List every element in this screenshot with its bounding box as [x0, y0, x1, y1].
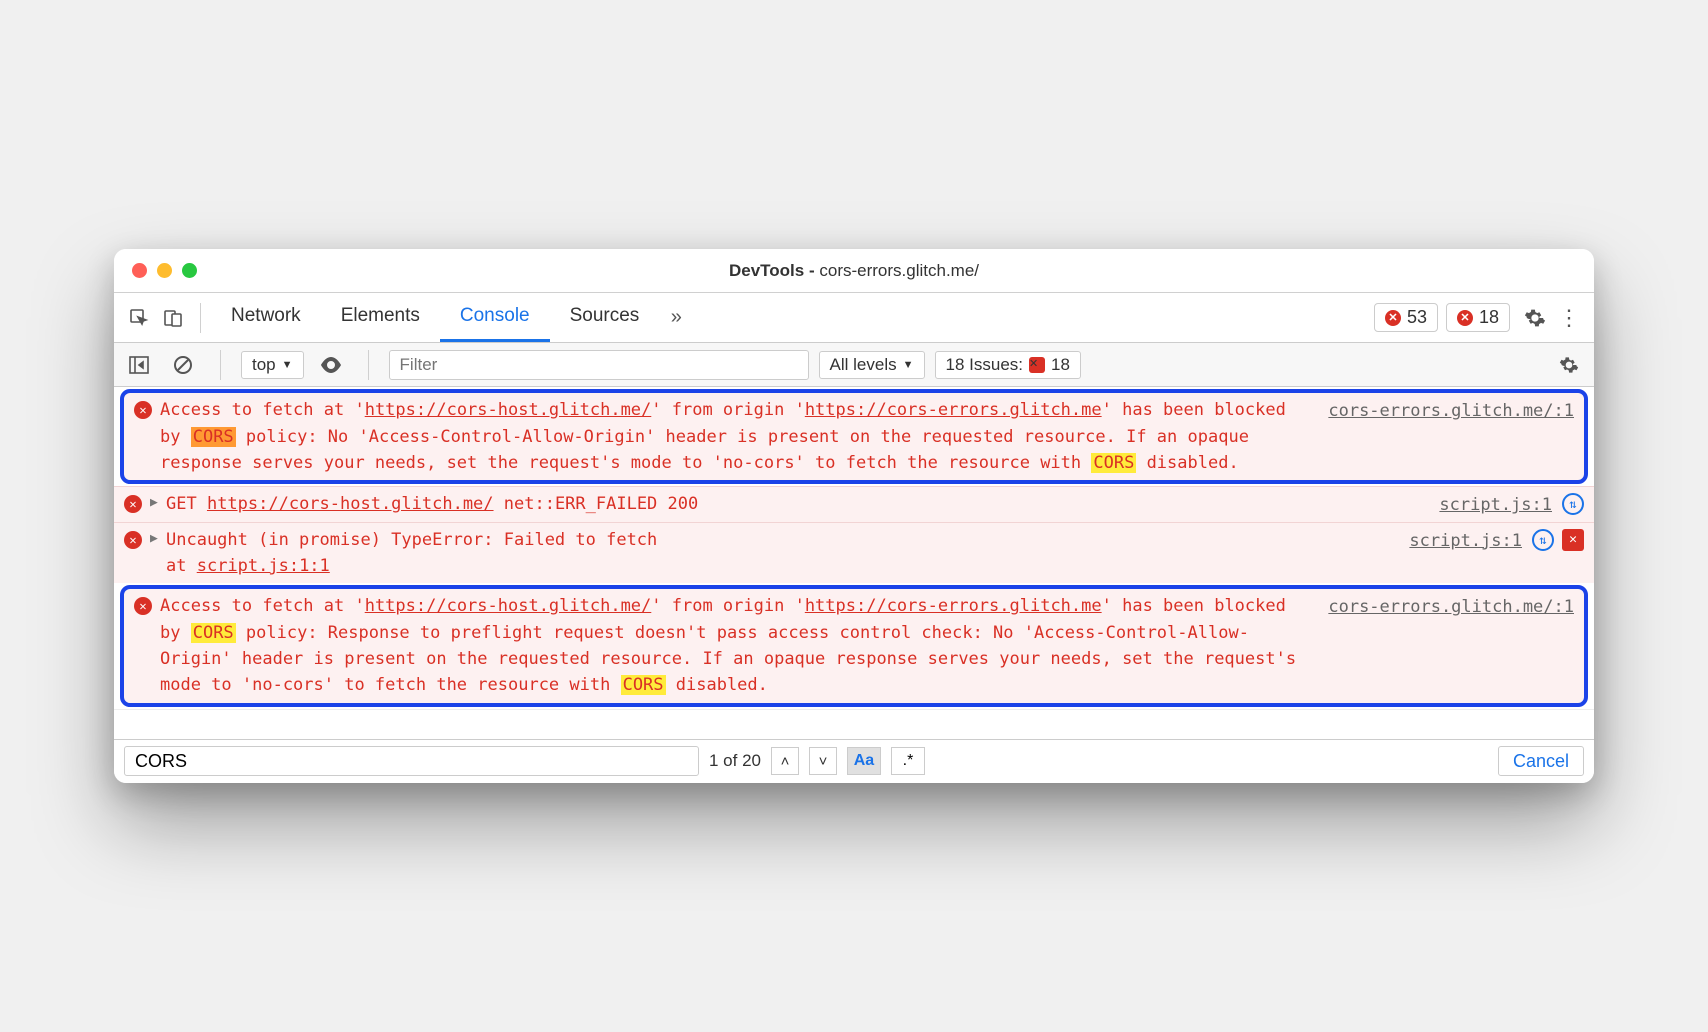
find-next-button[interactable]: ˅ [809, 747, 837, 775]
match-case-toggle[interactable]: Aa [847, 747, 881, 775]
text: ' from origin ' [651, 596, 805, 616]
tab-sources[interactable]: Sources [550, 293, 660, 342]
window-title: DevTools - cors-errors.glitch.me/ [114, 261, 1594, 281]
text: ' from origin ' [651, 400, 805, 420]
text: GET [166, 494, 207, 514]
text: at [166, 556, 197, 576]
title-url: cors-errors.glitch.me/ [819, 261, 979, 280]
message-body: GET https://cors-host.glitch.me/ net::ER… [166, 491, 1419, 517]
levels-label: All levels [830, 355, 897, 375]
divider [368, 350, 369, 380]
issues-button[interactable]: 18 Issues: ✕ 18 [935, 351, 1081, 379]
message-actions: ⇅✕ [1532, 527, 1584, 551]
message-body: Access to fetch at 'https://cors-host.gl… [160, 593, 1308, 698]
console-messages: ✕Access to fetch at 'https://cors-host.g… [114, 389, 1594, 706]
context-selector[interactable]: top ▼ [241, 351, 304, 379]
log-levels-selector[interactable]: All levels ▼ [819, 351, 925, 379]
link[interactable]: https://cors-host.glitch.me/ [365, 596, 652, 616]
divider [200, 303, 201, 333]
link[interactable]: https://cors-errors.glitch.me [805, 400, 1102, 420]
chevron-down-icon: ▼ [903, 359, 914, 371]
highlight: CORS [191, 427, 236, 447]
message-body: Access to fetch at 'https://cors-host.gl… [160, 397, 1308, 476]
issue-count-badge[interactable]: ✕ 18 [1446, 303, 1510, 332]
text: Uncaught (in promise) TypeError: Failed … [166, 530, 657, 550]
error-level-icon: ✕ [124, 495, 142, 513]
issue-icon[interactable]: ✕ [1562, 529, 1584, 551]
more-tabs-icon[interactable]: » [659, 301, 693, 335]
issue-icon: ✕ [1029, 357, 1045, 373]
inspect-element-icon[interactable] [122, 301, 156, 335]
regex-toggle[interactable]: .* [891, 747, 925, 775]
find-cancel-button[interactable]: Cancel [1498, 746, 1584, 776]
issues-label: 18 Issues: [946, 355, 1024, 375]
message-actions: ⇅ [1562, 491, 1584, 515]
console-message[interactable]: ✕ ▶GET https://cors-host.glitch.me/ net::… [114, 486, 1594, 521]
issue-count: 18 [1479, 307, 1499, 328]
settings-icon[interactable] [1518, 301, 1552, 335]
highlight: CORS [191, 623, 236, 643]
link[interactable]: https://cors-errors.glitch.me [805, 596, 1102, 616]
find-bar: 1 of 20 ˄ ˅ Aa .* Cancel [114, 739, 1594, 783]
find-prev-button[interactable]: ˄ [771, 747, 799, 775]
error-level-icon: ✕ [134, 401, 152, 419]
context-label: top [252, 355, 276, 375]
find-count: 1 of 20 [709, 751, 761, 771]
toggle-sidebar-icon[interactable] [122, 348, 156, 382]
filter-input[interactable] [389, 350, 809, 380]
title-bar: DevTools - cors-errors.glitch.me/ [114, 249, 1594, 293]
network-icon[interactable]: ⇅ [1532, 529, 1554, 551]
console-settings-icon[interactable] [1552, 348, 1586, 382]
console-message[interactable]: ✕ ▶Uncaught (in promise) TypeError: Faile… [114, 522, 1594, 584]
text: disabled. [1136, 453, 1238, 473]
link[interactable]: https://cors-host.glitch.me/ [365, 400, 652, 420]
title-prefix: DevTools - [729, 261, 819, 280]
highlight: CORS [621, 675, 666, 695]
error-level-icon: ✕ [134, 597, 152, 615]
error-icon: ✕ [1385, 310, 1401, 326]
network-icon[interactable]: ⇅ [1562, 493, 1584, 515]
divider [220, 350, 221, 380]
highlight: CORS [1091, 453, 1136, 473]
text: Access to fetch at ' [160, 400, 365, 420]
expand-icon[interactable]: ▶ [150, 531, 164, 546]
panel-tabs: NetworkElementsConsoleSources [211, 293, 659, 342]
chevron-down-icon: ▼ [282, 359, 293, 371]
message-source-link[interactable]: script.js:1 [1409, 527, 1522, 551]
find-input[interactable] [124, 746, 699, 776]
error-count: 53 [1407, 307, 1427, 328]
live-expression-icon[interactable] [314, 348, 348, 382]
text: disabled. [666, 675, 768, 695]
issue-icon: ✕ [1457, 310, 1473, 326]
tab-elements[interactable]: Elements [321, 293, 440, 342]
console-toolbar: top ▼ All levels ▼ 18 Issues: ✕ 18 [114, 343, 1594, 387]
error-count-badge[interactable]: ✕ 53 [1374, 303, 1438, 332]
link[interactable]: script.js:1:1 [197, 556, 330, 576]
more-menu-icon[interactable]: ⋮ [1552, 301, 1586, 335]
console-input-area[interactable] [114, 709, 1594, 739]
message-body: Uncaught (in promise) TypeError: Failed … [166, 527, 1389, 580]
expand-icon[interactable]: ▶ [150, 495, 164, 510]
devtools-window: DevTools - cors-errors.glitch.me/ Networ… [114, 249, 1594, 782]
tab-console[interactable]: Console [440, 293, 550, 342]
tab-network[interactable]: Network [211, 293, 321, 342]
message-source-link[interactable]: cors-errors.glitch.me/:1 [1328, 397, 1574, 421]
device-toolbar-icon[interactable] [156, 301, 190, 335]
main-toolbar: NetworkElementsConsoleSources » ✕ 53 ✕ 1… [114, 293, 1594, 343]
text: policy: No 'Access-Control-Allow-Origin'… [160, 427, 1249, 473]
issues-count: 18 [1051, 355, 1070, 375]
text: Access to fetch at ' [160, 596, 365, 616]
message-source-link[interactable]: cors-errors.glitch.me/:1 [1328, 593, 1574, 617]
link[interactable]: https://cors-host.glitch.me/ [207, 494, 494, 514]
text: net::ERR_FAILED 200 [494, 494, 699, 514]
error-level-icon: ✕ [124, 531, 142, 549]
message-source-link[interactable]: script.js:1 [1439, 491, 1552, 515]
console-message[interactable]: ✕ Access to fetch at 'https://cors-host.g… [120, 585, 1588, 706]
clear-console-icon[interactable] [166, 348, 200, 382]
console-message[interactable]: ✕ Access to fetch at 'https://cors-host.g… [120, 389, 1588, 484]
